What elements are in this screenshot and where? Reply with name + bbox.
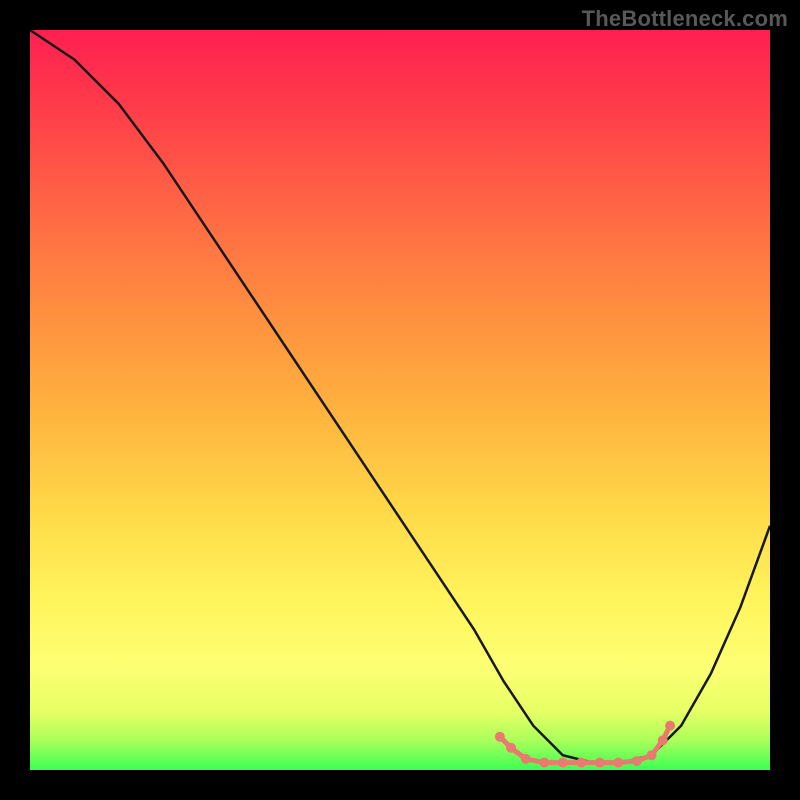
marker-dot <box>665 721 675 731</box>
marker-dot <box>658 735 668 745</box>
curve-path <box>30 30 770 763</box>
marker-dot <box>576 758 586 768</box>
watermark-text: TheBottleneck.com <box>582 6 788 32</box>
marker-dot <box>521 754 531 764</box>
flat-marker-band <box>495 721 675 768</box>
marker-dot <box>632 756 642 766</box>
marker-dot <box>647 750 657 760</box>
marker-dot <box>539 758 549 768</box>
marker-dot <box>595 758 605 768</box>
marker-dot <box>495 732 505 742</box>
plot-area <box>30 30 770 770</box>
marker-dot <box>558 758 568 768</box>
bottleneck-curve-svg <box>30 30 770 770</box>
marker-dot <box>613 758 623 768</box>
chart-frame: TheBottleneck.com <box>0 0 800 800</box>
marker-dot <box>506 743 516 753</box>
